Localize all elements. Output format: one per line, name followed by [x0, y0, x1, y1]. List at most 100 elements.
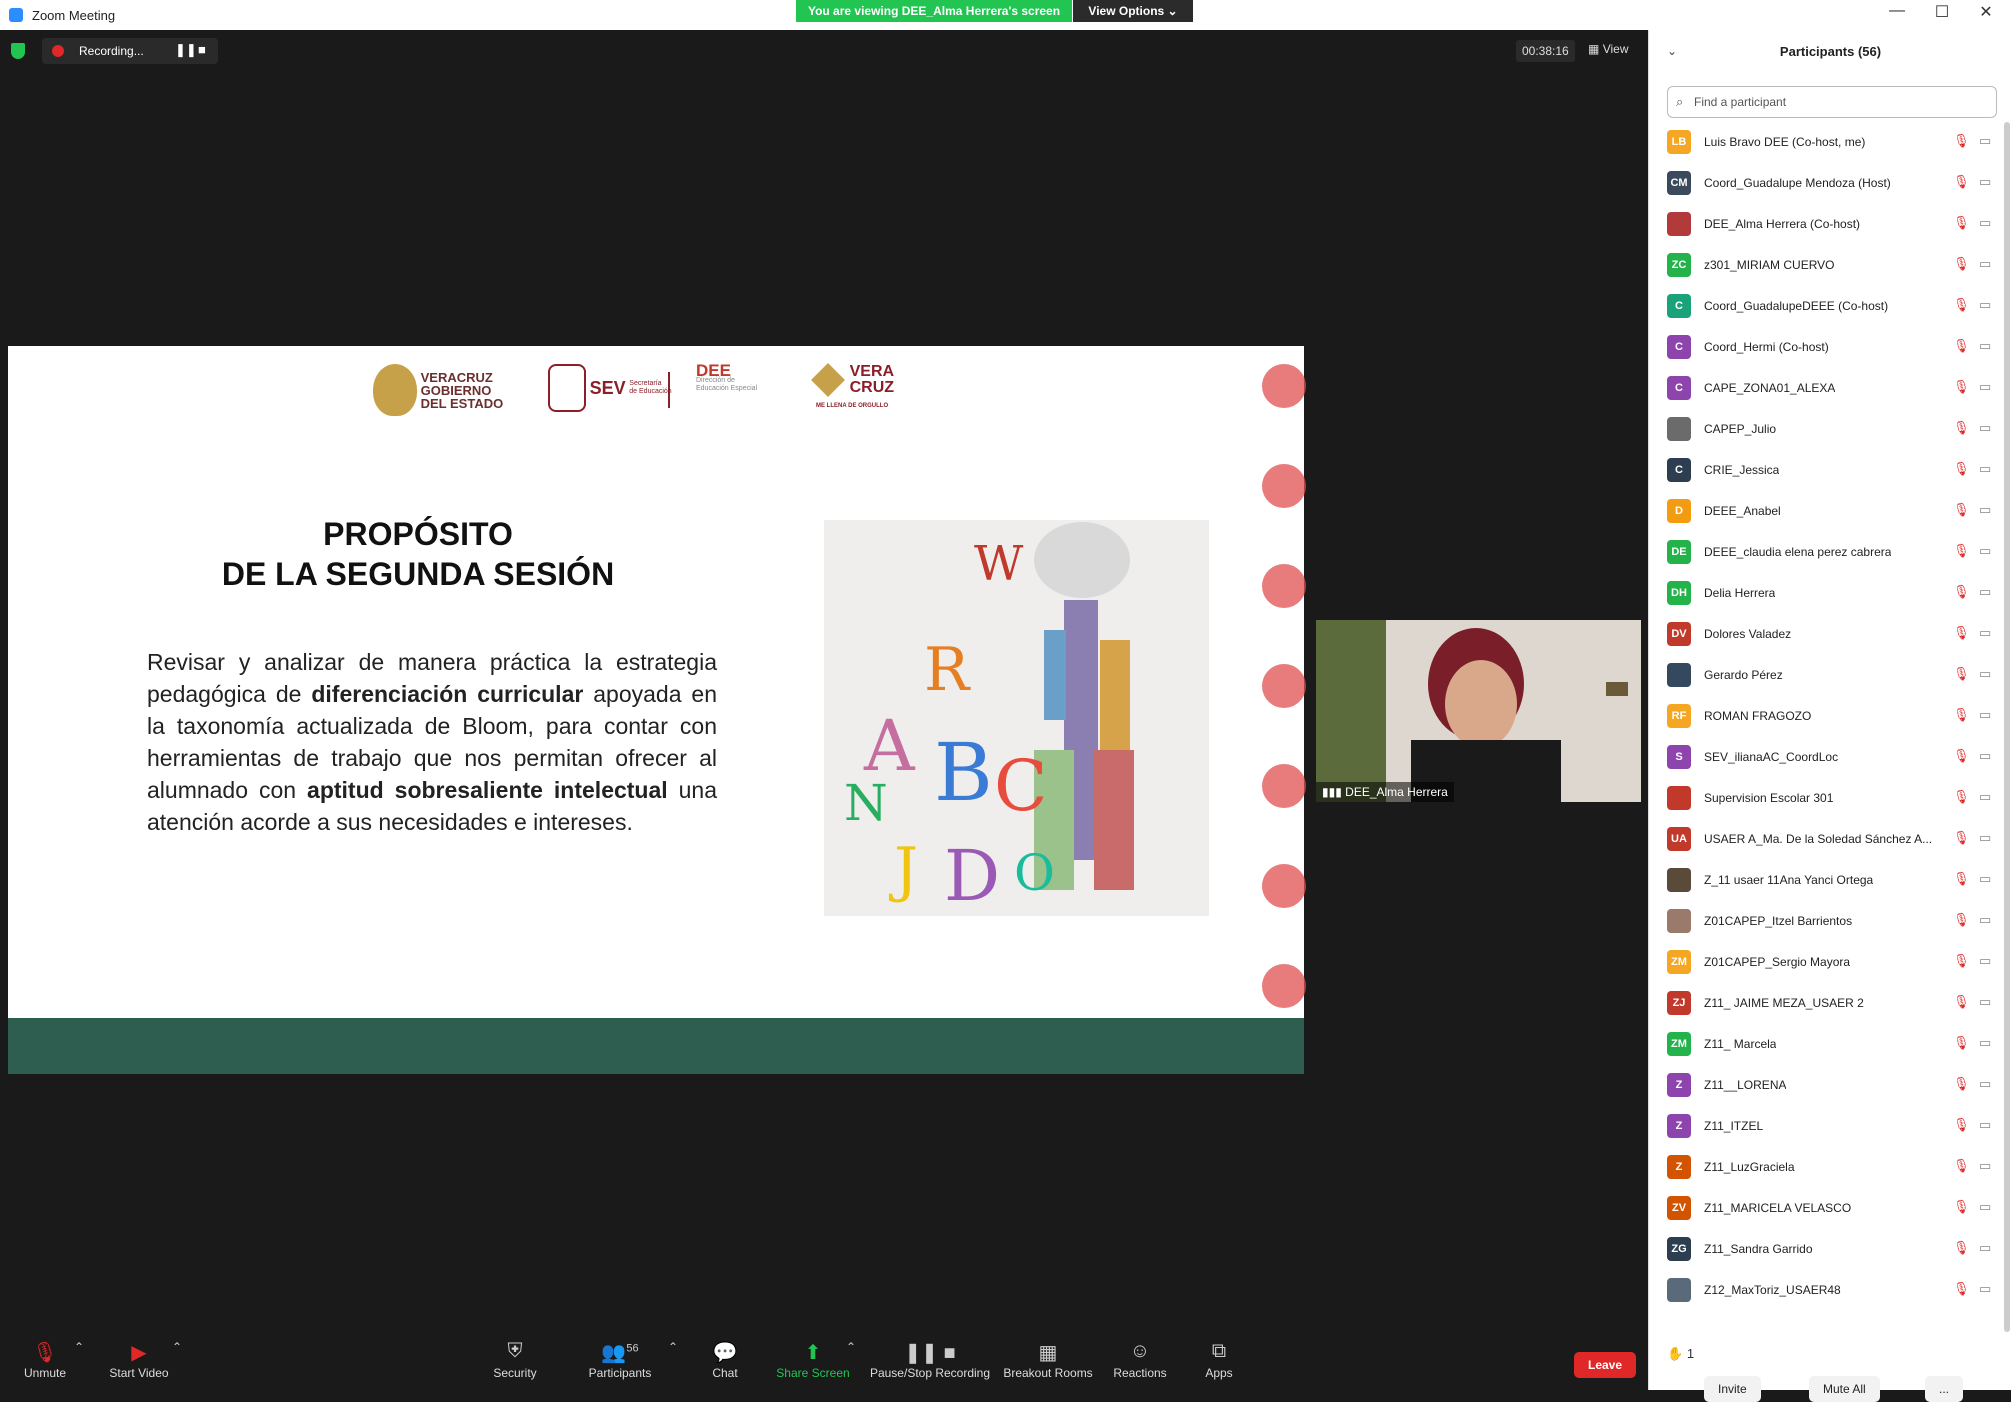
muted-mic-icon[interactable]: 🎙 [1953, 789, 1970, 805]
participant-row[interactable]: ZV Z11_MARICELA VELASCO 🎙 ▭ [1649, 1186, 2011, 1227]
participant-row[interactable]: Z Z11_ITZEL 🎙 ▭ [1649, 1104, 2011, 1145]
muted-mic-icon[interactable]: 🎙 [1953, 420, 1970, 436]
participant-row[interactable]: CM Coord_Guadalupe Mendoza (Host) 🎙 ▭ [1649, 161, 2011, 202]
participants-button[interactable]: 👥56 Participants [575, 1340, 665, 1380]
participant-row[interactable]: C Coord_GuadalupeDEEE (Co-host) 🎙 ▭ [1649, 284, 2011, 325]
pause-recording-icon[interactable]: ❚❚ [175, 42, 197, 58]
participant-row[interactable]: Z Z11_LuzGraciela 🎙 ▭ [1649, 1145, 2011, 1186]
video-camera-icon[interactable]: ▭ [1979, 748, 1991, 764]
muted-mic-icon[interactable]: 🎙 [1953, 297, 1970, 313]
video-camera-icon[interactable]: ▭ [1979, 543, 1991, 559]
video-camera-icon[interactable]: ▭ [1979, 666, 1991, 682]
muted-mic-icon[interactable]: 🎙 [1953, 625, 1970, 641]
video-camera-icon[interactable]: ▭ [1979, 133, 1991, 149]
muted-mic-icon[interactable]: 🎙 [1953, 133, 1970, 149]
participant-row[interactable]: Z_11 usaer 11Ana Yanci Ortega 🎙 ▭ [1649, 858, 2011, 899]
video-camera-icon[interactable]: ▭ [1979, 1281, 1991, 1297]
video-camera-icon[interactable]: ▭ [1979, 953, 1991, 969]
participant-row[interactable]: DEE_Alma Herrera (Co-host) 🎙 ▭ [1649, 202, 2011, 243]
participant-row[interactable]: ZM Z01CAPEP_Sergio Mayora 🎙 ▭ [1649, 940, 2011, 981]
video-camera-icon[interactable]: ▭ [1979, 584, 1991, 600]
view-button[interactable]: ▦ View [1588, 42, 1628, 56]
video-camera-icon[interactable]: ▭ [1979, 1240, 1991, 1256]
participant-row[interactable]: LB Luis Bravo DEE (Co-host, me) 🎙 ▭ [1649, 120, 2011, 161]
video-camera-icon[interactable]: ▭ [1979, 871, 1991, 887]
stop-recording-icon[interactable]: ■ [198, 42, 206, 57]
video-camera-icon[interactable]: ▭ [1979, 1199, 1991, 1215]
view-options-button[interactable]: View Options ⌄ [1073, 0, 1193, 22]
video-camera-icon[interactable]: ▭ [1979, 461, 1991, 477]
reactions-button[interactable]: ☺ Reactions [1095, 1340, 1185, 1380]
participant-row[interactable]: RF ROMAN FRAGOZO 🎙 ▭ [1649, 694, 2011, 735]
more-options-button[interactable]: ... [1925, 1376, 1964, 1402]
participant-list-scrollbar[interactable] [2004, 122, 2010, 1332]
participant-row[interactable]: C CAPE_ZONA01_ALEXA 🎙 ▭ [1649, 366, 2011, 407]
apps-button[interactable]: ⧉ Apps [1174, 1340, 1264, 1380]
video-camera-icon[interactable]: ▭ [1979, 379, 1991, 395]
video-camera-icon[interactable]: ▭ [1979, 420, 1991, 436]
participant-row[interactable]: Z12_MaxToriz_USAER48 🎙 ▭ [1649, 1268, 2011, 1309]
participant-row[interactable]: CAPEP_Julio 🎙 ▭ [1649, 407, 2011, 448]
participant-row[interactable]: Z01CAPEP_Itzel Barrientos 🎙 ▭ [1649, 899, 2011, 940]
participant-row[interactable]: ZC z301_MIRIAM CUERVO 🎙 ▭ [1649, 243, 2011, 284]
participant-row[interactable]: DV Dolores Valadez 🎙 ▭ [1649, 612, 2011, 653]
share-caret-icon[interactable]: ⌃ [836, 1340, 866, 1366]
muted-mic-icon[interactable]: 🎙 [1953, 502, 1970, 518]
video-options-caret-icon[interactable]: ⌃ [162, 1340, 192, 1366]
participant-row[interactable]: S SEV_ilianaAC_CoordLoc 🎙 ▭ [1649, 735, 2011, 776]
video-camera-icon[interactable]: ▭ [1979, 256, 1991, 272]
muted-mic-icon[interactable]: 🎙 [1953, 461, 1970, 477]
muted-mic-icon[interactable]: 🎙 [1953, 1240, 1970, 1256]
video-camera-icon[interactable]: ▭ [1979, 338, 1991, 354]
muted-mic-icon[interactable]: 🎙 [1953, 215, 1970, 231]
participant-row[interactable]: Supervision Escolar 301 🎙 ▭ [1649, 776, 2011, 817]
video-camera-icon[interactable]: ▭ [1979, 1076, 1991, 1092]
muted-mic-icon[interactable]: 🎙 [1953, 912, 1970, 928]
leave-button[interactable]: Leave [1574, 1352, 1636, 1378]
participant-row[interactable]: ZM Z11_ Marcela 🎙 ▭ [1649, 1022, 2011, 1063]
participant-row[interactable]: DE DEEE_claudia elena perez cabrera 🎙 ▭ [1649, 530, 2011, 571]
muted-mic-icon[interactable]: 🎙 [1953, 256, 1970, 272]
video-thumbnail[interactable]: ▮▮▮ DEE_Alma Herrera [1316, 620, 1641, 802]
muted-mic-icon[interactable]: 🎙 [1953, 748, 1970, 764]
muted-mic-icon[interactable]: 🎙 [1953, 1281, 1970, 1297]
participant-row[interactable]: C Coord_Hermi (Co-host) 🎙 ▭ [1649, 325, 2011, 366]
breakout-rooms-button[interactable]: ▦ Breakout Rooms [1000, 1340, 1096, 1380]
muted-mic-icon[interactable]: 🎙 [1953, 338, 1970, 354]
video-camera-icon[interactable]: ▭ [1979, 1158, 1991, 1174]
participant-row[interactable]: DH Delia Herrera 🎙 ▭ [1649, 571, 2011, 612]
muted-mic-icon[interactable]: 🎙 [1953, 830, 1970, 846]
encryption-shield-icon[interactable] [11, 43, 25, 59]
muted-mic-icon[interactable]: 🎙 [1953, 174, 1970, 190]
video-camera-icon[interactable]: ▭ [1979, 297, 1991, 313]
participant-row[interactable]: Z Z11__LORENA 🎙 ▭ [1649, 1063, 2011, 1104]
participant-row[interactable]: ZJ Z11_ JAIME MEZA_USAER 2 🎙 ▭ [1649, 981, 2011, 1022]
muted-mic-icon[interactable]: 🎙 [1953, 1117, 1970, 1133]
security-button[interactable]: ⛨ Security [470, 1340, 560, 1380]
muted-mic-icon[interactable]: 🎙 [1953, 1199, 1970, 1215]
video-camera-icon[interactable]: ▭ [1979, 174, 1991, 190]
muted-mic-icon[interactable]: 🎙 [1953, 584, 1970, 600]
muted-mic-icon[interactable]: 🎙 [1953, 1035, 1970, 1051]
muted-mic-icon[interactable]: 🎙 [1953, 707, 1970, 723]
maximize-icon[interactable]: ☐ [1922, 2, 1962, 22]
participant-row[interactable]: D DEEE_Anabel 🎙 ▭ [1649, 489, 2011, 530]
close-icon[interactable]: ✕ [1966, 2, 2006, 22]
muted-mic-icon[interactable]: 🎙 [1953, 379, 1970, 395]
muted-mic-icon[interactable]: 🎙 [1953, 666, 1970, 682]
video-camera-icon[interactable]: ▭ [1979, 707, 1991, 723]
participant-row[interactable]: UA USAER A_Ma. De la Soledad Sánchez A...… [1649, 817, 2011, 858]
muted-mic-icon[interactable]: 🎙 [1953, 1076, 1970, 1092]
muted-mic-icon[interactable]: 🎙 [1953, 953, 1970, 969]
video-camera-icon[interactable]: ▭ [1979, 215, 1991, 231]
video-camera-icon[interactable]: ▭ [1979, 625, 1991, 641]
video-camera-icon[interactable]: ▭ [1979, 789, 1991, 805]
minimize-icon[interactable]: — [1877, 2, 1917, 20]
muted-mic-icon[interactable]: 🎙 [1953, 871, 1970, 887]
participant-row[interactable]: C CRIE_Jessica 🎙 ▭ [1649, 448, 2011, 489]
audio-options-caret-icon[interactable]: ⌃ [64, 1340, 94, 1366]
muted-mic-icon[interactable]: 🎙 [1953, 543, 1970, 559]
muted-mic-icon[interactable]: 🎙 [1953, 994, 1970, 1010]
participant-row[interactable]: Gerardo Pérez 🎙 ▭ [1649, 653, 2011, 694]
participant-row[interactable]: ZG Z11_Sandra Garrido 🎙 ▭ [1649, 1227, 2011, 1268]
